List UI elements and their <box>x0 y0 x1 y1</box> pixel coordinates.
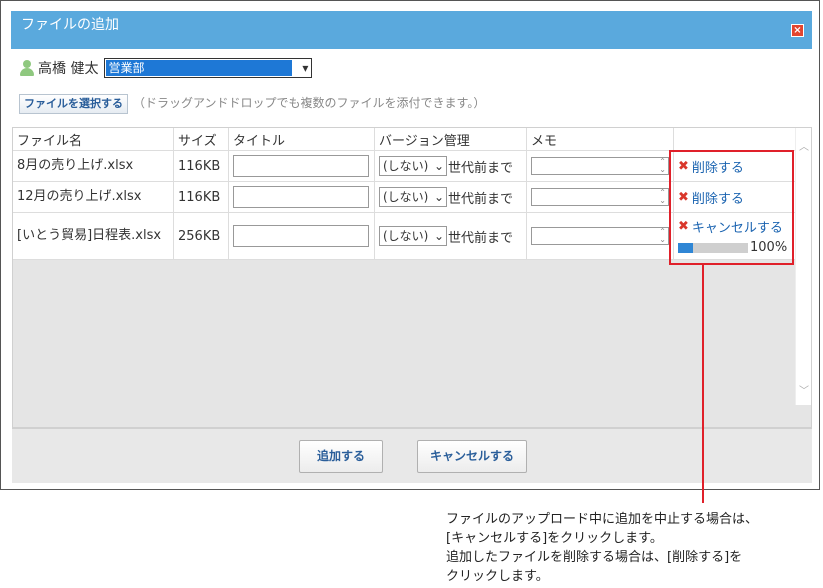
callout-text: ファイルのアップロード中に追加を中止する場合は、 [キャンセルする]をクリックし… <box>446 512 759 584</box>
header-size: サイズ <box>173 128 229 151</box>
scroll-down-icon[interactable]: ﹀ <box>799 382 809 397</box>
cell-file-name: 8月の売り上げ.xlsx <box>13 150 174 182</box>
cell-size: 116KB <box>173 181 229 213</box>
header-memo: メモ <box>526 128 674 151</box>
scroll-up-icon[interactable]: ︿ <box>799 138 809 153</box>
dialog-footer: 追加する キャンセルする <box>12 428 812 483</box>
dialog-title: ファイルの追加 <box>21 17 119 33</box>
memo-input[interactable]: ⌃ ⌄ <box>531 188 669 206</box>
resize-icon: ⌃ ⌄ <box>659 227 666 244</box>
chevron-down-icon: ▾ <box>302 61 309 75</box>
cell-file-name: [いとう貿易]日程表.xlsx <box>13 212 174 260</box>
department-selected-value: 営業部 <box>106 60 293 76</box>
cell-memo: ⌃ ⌄ <box>526 150 674 182</box>
cell-title <box>228 212 375 260</box>
cell-size: 116KB <box>173 150 229 182</box>
chevron-down-icon: ⌄ <box>433 229 444 243</box>
version-select[interactable]: (しない) ⌄ <box>379 187 447 207</box>
resize-icon: ⌃ ⌄ <box>659 188 666 205</box>
header-title: タイトル <box>228 128 375 151</box>
version-select[interactable]: (しない) ⌄ <box>379 226 447 246</box>
cell-title <box>228 181 375 213</box>
header-action <box>673 128 800 151</box>
close-icon[interactable]: × <box>791 24 804 37</box>
vertical-scrollbar[interactable]: ︿ ﹀ <box>795 128 811 405</box>
title-input[interactable] <box>233 225 369 247</box>
cell-title <box>228 150 375 182</box>
cell-memo: ⌃ ⌄ <box>526 181 674 213</box>
memo-input[interactable]: ⌃ ⌄ <box>531 157 669 175</box>
callout-highlight <box>669 150 794 265</box>
version-suffix: 世代前まで <box>448 191 514 207</box>
user-name: 高橋 健太 <box>38 61 99 77</box>
user-icon <box>19 60 34 76</box>
callout-line <box>702 265 704 503</box>
header-version: バージョン管理 <box>374 128 527 151</box>
version-select[interactable]: (しない) ⌄ <box>379 156 447 176</box>
title-input[interactable] <box>233 186 369 208</box>
header-file-name: ファイル名 <box>13 128 174 151</box>
drag-drop-hint: （ドラッグアンドドロップでも複数のファイルを添付できます。） <box>133 96 486 110</box>
user-row: 高橋 健太 営業部 ▾ <box>19 57 313 79</box>
version-suffix: 世代前まで <box>448 230 514 246</box>
resize-icon: ⌃ ⌄ <box>659 157 666 174</box>
cancel-button[interactable]: キャンセルする <box>417 440 527 473</box>
cell-version: (しない) ⌄ 世代前まで <box>374 212 527 260</box>
chevron-down-icon: ⌄ <box>433 159 444 173</box>
cell-size: 256KB <box>173 212 229 260</box>
cell-file-name: 12月の売り上げ.xlsx <box>13 181 174 213</box>
select-file-button[interactable]: ファイルを選択する <box>19 94 128 114</box>
version-suffix: 世代前まで <box>448 160 514 176</box>
cell-version: (しない) ⌄ 世代前まで <box>374 150 527 182</box>
cell-version: (しない) ⌄ 世代前まで <box>374 181 527 213</box>
table-header-row: ファイル名 サイズ タイトル バージョン管理 メモ <box>13 128 800 151</box>
chevron-down-icon: ⌄ <box>433 190 444 204</box>
department-select[interactable]: 営業部 ▾ <box>104 58 313 78</box>
dialog-titlebar: ファイルの追加 × <box>11 11 812 49</box>
title-input[interactable] <box>233 155 369 177</box>
memo-input[interactable]: ⌃ ⌄ <box>531 227 669 245</box>
cell-memo: ⌃ ⌄ <box>526 212 674 260</box>
add-button[interactable]: 追加する <box>299 440 383 473</box>
